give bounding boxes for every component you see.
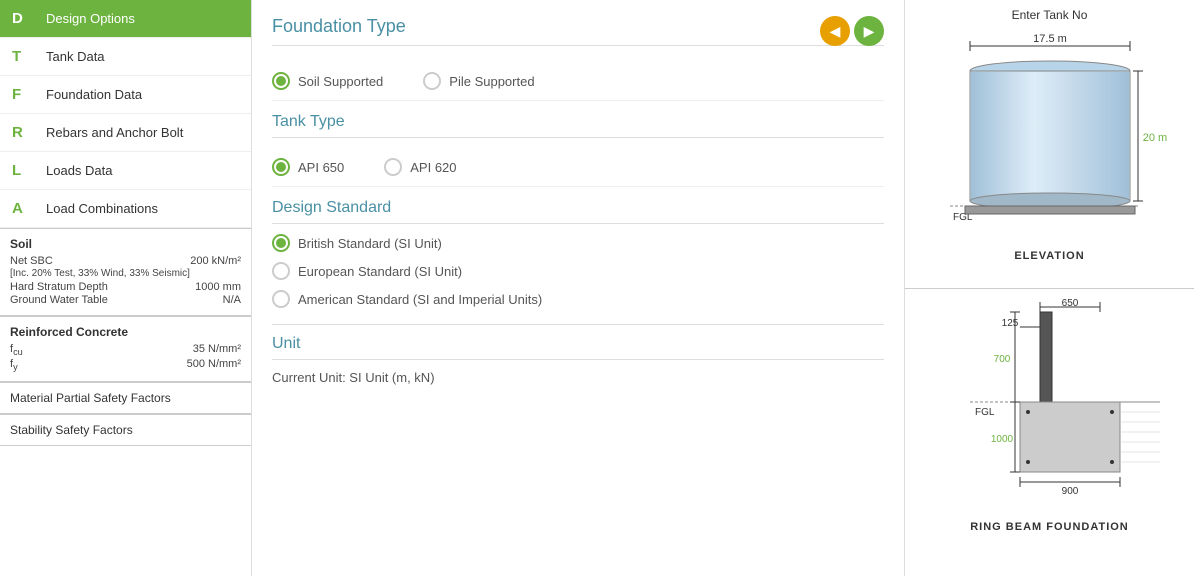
- soil-note: [Inc. 20% Test, 33% Wind, 33% Seismic]: [10, 268, 241, 279]
- sidebar-letter-loads-data: L: [12, 162, 36, 179]
- net-sbc-value: 200 kN/m²: [190, 255, 241, 267]
- sidebar-item-design-options[interactable]: D Design Options: [0, 0, 251, 38]
- tank-type-heading: Tank Type: [272, 113, 884, 138]
- api650-option[interactable]: API 650: [272, 158, 344, 176]
- sidebar-letter-rebars: R: [12, 124, 36, 141]
- sidebar-letter-tank-data: T: [12, 48, 36, 65]
- pile-supported-radio[interactable]: [423, 72, 441, 90]
- hard-stratum-row: Hard Stratum Depth 1000 mm: [10, 281, 241, 293]
- svg-text:17.5 m: 17.5 m: [1033, 33, 1067, 45]
- stability-safety-btn[interactable]: Stability Safety Factors: [0, 414, 251, 446]
- fy-value: 500 N/mm²: [187, 358, 241, 372]
- hard-stratum-label: Hard Stratum Depth: [10, 281, 195, 293]
- api620-radio[interactable]: [384, 158, 402, 176]
- british-standard-radio[interactable]: [272, 234, 290, 252]
- european-standard-label: European Standard (SI Unit): [298, 264, 462, 279]
- foundation-type-heading: Foundation Type: [272, 16, 884, 46]
- european-standard-option[interactable]: European Standard (SI Unit): [272, 262, 884, 280]
- fy-label: fy: [10, 358, 187, 372]
- ground-water-row: Ground Water Table N/A: [10, 294, 241, 306]
- sidebar-label-rebars: Rebars and Anchor Bolt: [46, 125, 183, 140]
- elevation-diagram: 17.5 m 20 m FGL: [920, 26, 1180, 246]
- svg-text:20 m: 20 m: [1142, 132, 1166, 144]
- current-unit: Current Unit: SI Unit (m, kN): [272, 370, 884, 385]
- unit-heading: Unit: [272, 335, 884, 360]
- foundation-type-options: Soil Supported Pile Supported: [272, 62, 884, 101]
- fcu-row: fcu 35 N/mm²: [10, 343, 241, 357]
- pile-supported-label: Pile Supported: [449, 74, 534, 89]
- main-content: ◀ ▶ Foundation Type Soil Supported Pile …: [252, 0, 904, 576]
- soil-supported-option[interactable]: Soil Supported: [272, 72, 383, 90]
- soil-supported-label: Soil Supported: [298, 74, 383, 89]
- fcu-value: 35 N/mm²: [193, 343, 241, 357]
- enter-tank-no-title: Enter Tank No: [1012, 8, 1088, 22]
- sidebar-label-foundation-data: Foundation Data: [46, 87, 142, 102]
- american-standard-option[interactable]: American Standard (SI and Imperial Units…: [272, 290, 884, 308]
- svg-text:FGL: FGL: [975, 407, 995, 418]
- sidebar-item-rebars[interactable]: R Rebars and Anchor Bolt: [0, 114, 251, 152]
- elevation-panel: Enter Tank No 17.5 m: [905, 0, 1194, 289]
- ground-water-label: Ground Water Table: [10, 294, 223, 306]
- elevation-label: ELEVATION: [1014, 250, 1084, 262]
- european-standard-radio[interactable]: [272, 262, 290, 280]
- pile-supported-option[interactable]: Pile Supported: [423, 72, 534, 90]
- api620-label: API 620: [410, 160, 456, 175]
- fy-row: fy 500 N/mm²: [10, 358, 241, 372]
- soil-supported-radio[interactable]: [272, 72, 290, 90]
- net-sbc-label: Net SBC: [10, 255, 190, 267]
- sidebar-letter-load-combinations: A: [12, 200, 36, 217]
- svg-text:900: 900: [1061, 486, 1078, 497]
- fcu-label: fcu: [10, 343, 193, 357]
- svg-text:125: 125: [1001, 318, 1018, 329]
- sidebar-label-design-options: Design Options: [46, 11, 135, 26]
- nav-next-button[interactable]: ▶: [854, 16, 884, 46]
- hard-stratum-value: 1000 mm: [195, 281, 241, 293]
- net-sbc-row: Net SBC 200 kN/m²: [10, 255, 241, 267]
- ground-water-value: N/A: [223, 294, 241, 306]
- svg-text:650: 650: [1061, 298, 1078, 309]
- british-standard-label: British Standard (SI Unit): [298, 236, 442, 251]
- american-standard-label: American Standard (SI and Imperial Units…: [298, 292, 542, 307]
- sidebar-letter-design-options: D: [12, 10, 36, 27]
- svg-text:1000: 1000: [990, 434, 1013, 445]
- ring-beam-panel: 650 125 FGL 700: [905, 289, 1194, 576]
- api650-label: API 650: [298, 160, 344, 175]
- sidebar-item-foundation-data[interactable]: F Foundation Data: [0, 76, 251, 114]
- nav-arrows: ◀ ▶: [820, 16, 884, 46]
- tank-type-options: API 650 API 620: [272, 148, 884, 187]
- soil-info-section: Soil Net SBC 200 kN/m² [Inc. 20% Test, 3…: [0, 228, 251, 316]
- ring-beam-label: RING BEAM FOUNDATION: [970, 521, 1129, 533]
- right-panel: Enter Tank No 17.5 m: [904, 0, 1194, 576]
- concrete-section-title: Reinforced Concrete: [10, 325, 241, 339]
- sidebar: D Design OptionsT Tank DataF Foundation …: [0, 0, 252, 576]
- api620-option[interactable]: API 620: [384, 158, 456, 176]
- concrete-info-section: Reinforced Concrete fcu 35 N/mm² fy 500 …: [0, 316, 251, 382]
- sidebar-letter-foundation-data: F: [12, 86, 36, 103]
- sidebar-label-tank-data: Tank Data: [46, 49, 105, 64]
- sidebar-label-load-combinations: Load Combinations: [46, 201, 158, 216]
- british-standard-option[interactable]: British Standard (SI Unit): [272, 234, 884, 252]
- nav-prev-button[interactable]: ◀: [820, 16, 850, 46]
- sidebar-label-loads-data: Loads Data: [46, 163, 113, 178]
- sidebar-item-load-combinations[interactable]: A Load Combinations: [0, 190, 251, 228]
- material-partial-safety-btn[interactable]: Material Partial Safety Factors: [0, 382, 251, 414]
- design-standard-heading: Design Standard: [272, 199, 884, 224]
- sidebar-item-tank-data[interactable]: T Tank Data: [0, 38, 251, 76]
- svg-text:700: 700: [993, 354, 1010, 365]
- american-standard-radio[interactable]: [272, 290, 290, 308]
- sidebar-item-loads-data[interactable]: L Loads Data: [0, 152, 251, 190]
- soil-section-title: Soil: [10, 237, 241, 251]
- api650-radio[interactable]: [272, 158, 290, 176]
- ring-beam-diagram: 650 125 FGL 700: [920, 297, 1180, 517]
